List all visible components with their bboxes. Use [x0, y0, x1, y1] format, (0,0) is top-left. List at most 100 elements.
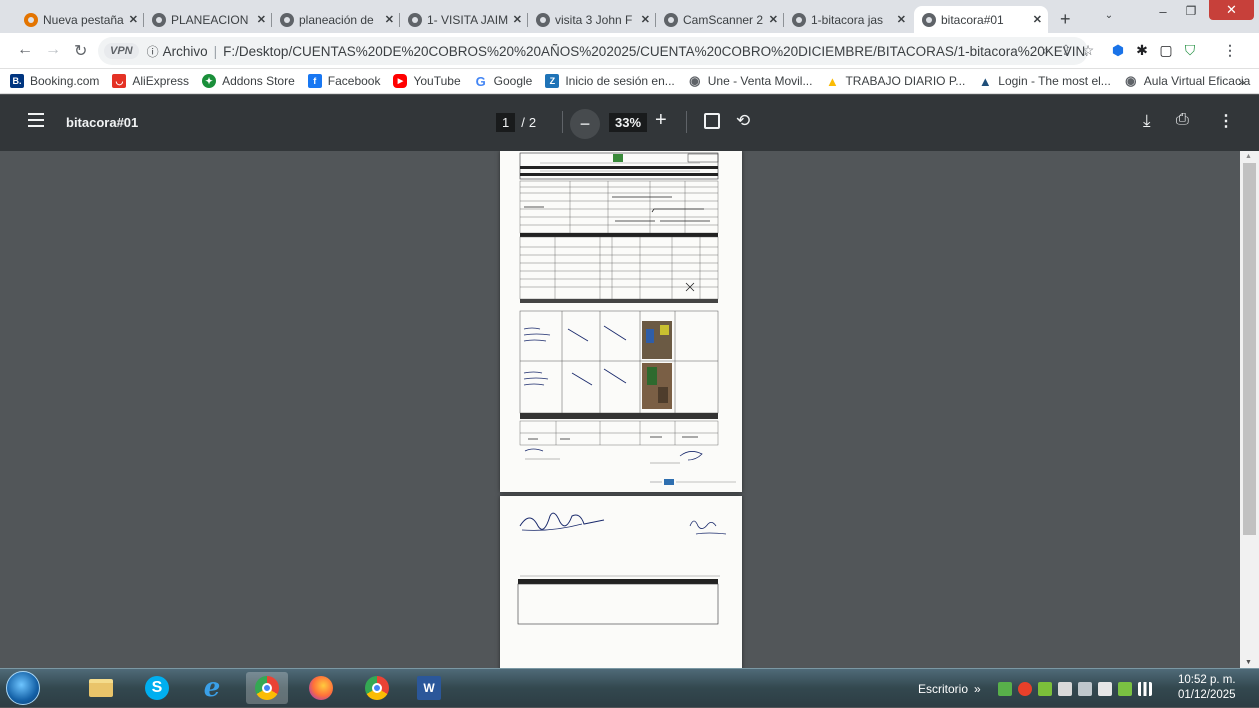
scroll-down-arrow-icon[interactable]: ▼	[1245, 659, 1252, 666]
globe-icon	[536, 12, 550, 27]
chrome-active-taskbar-icon[interactable]	[246, 672, 288, 704]
minimize-button[interactable]: –	[1150, 0, 1176, 22]
rotate-icon[interactable]: ⟲	[736, 111, 750, 131]
chrome-icon	[24, 12, 38, 27]
scheme-label: Archivo	[162, 43, 208, 59]
system-tray: Escritorio »	[918, 669, 1155, 708]
adblock-shield-icon[interactable]: ⛉	[1182, 42, 1198, 58]
zoom-in-button[interactable]: +	[655, 109, 667, 132]
addons-icon: ✦	[202, 74, 217, 88]
close-icon[interactable]: ✕	[385, 13, 394, 26]
tab-bitacora-01[interactable]: bitacora#01 ✕	[914, 6, 1048, 33]
close-window-button[interactable]: ✕	[1209, 0, 1254, 20]
back-button[interactable]: ←	[17, 41, 33, 59]
menu-icon[interactable]	[28, 113, 44, 129]
info-icon[interactable]: ⓘ	[147, 43, 159, 60]
internet-explorer-icon[interactable]: e	[195, 672, 229, 704]
bookmarks-overflow-button[interactable]: »	[1238, 75, 1245, 89]
volume-icon[interactable]	[1057, 681, 1072, 696]
clock-time: 10:52 p. m.	[1178, 674, 1236, 686]
antivirus-icon[interactable]	[1017, 681, 1032, 696]
zoom-out-button[interactable]: −	[570, 109, 600, 139]
page-separator: /	[521, 115, 525, 130]
tray-overflow-button[interactable]: »	[974, 682, 981, 696]
zoom-icon[interactable]: ⌕	[1038, 42, 1054, 58]
facebook-icon: f	[307, 74, 322, 88]
globe-icon	[280, 12, 294, 27]
scrollbar-thumb[interactable]	[1243, 163, 1256, 535]
url-text: F:/Desktop/CUENTAS%20DE%20COBROS%20%20AÑ…	[223, 43, 1088, 59]
bookmark-star-icon[interactable]: ☆	[1080, 42, 1096, 58]
reload-button[interactable]: ↻	[74, 41, 87, 61]
tab-title: visita 3 John F	[555, 12, 633, 27]
close-icon[interactable]: ✕	[129, 13, 138, 26]
bookmark-google[interactable]: G Google	[474, 73, 533, 89]
flag-icon[interactable]	[1097, 681, 1112, 696]
share-icon[interactable]: ⇪	[1058, 42, 1074, 58]
signal-icon[interactable]	[1137, 681, 1152, 696]
vertical-scrollbar[interactable]: ▲ ▼	[1240, 151, 1259, 668]
bookmark-zoho[interactable]: Z Inicio de sesión en...	[545, 74, 675, 88]
chrome-icon[interactable]	[360, 672, 394, 704]
tray-app-icon[interactable]	[1037, 681, 1052, 696]
close-icon[interactable]: ✕	[897, 13, 906, 26]
tab-visita-jaim[interactable]: 1- VISITA JAIM ✕	[400, 6, 528, 33]
bookmark-aula-virtual[interactable]: ◉ Aula Virtual Eficacia	[1124, 73, 1250, 88]
tab-bitacora-jas[interactable]: 1-bitacora jas ✕	[784, 6, 912, 33]
bookmark-une[interactable]: ◉ Une - Venta Movil...	[688, 73, 812, 88]
restore-button[interactable]: ❐	[1178, 0, 1204, 22]
google-icon: G	[475, 73, 486, 89]
print-icon[interactable]: ⎙	[1176, 111, 1189, 129]
word-icon[interactable]: W	[412, 672, 446, 704]
tab-title: planeación de	[299, 12, 374, 27]
bookmark-addons-store[interactable]: ✦ Addons Store	[202, 74, 295, 88]
youtube-icon: ▶	[393, 74, 408, 88]
extensions-puzzle-icon[interactable]: ✱	[1134, 42, 1150, 58]
address-bar[interactable]: VPN ⓘ Archivo | F:/Desktop/CUENTAS%20DE%…	[98, 37, 1088, 65]
close-icon[interactable]: ✕	[1033, 13, 1042, 26]
more-options-icon[interactable]: ⋮	[1218, 111, 1234, 131]
scanned-form-image	[500, 151, 742, 492]
bookmark-youtube[interactable]: ▶ YouTube	[393, 74, 461, 88]
close-icon[interactable]: ✕	[513, 13, 522, 26]
globe-icon: ◉	[1125, 73, 1137, 88]
firefox-icon[interactable]	[304, 672, 338, 704]
chrome-menu-icon[interactable]: ⋮	[1222, 42, 1238, 58]
close-icon[interactable]: ✕	[641, 13, 650, 26]
bookmarks-bar: B. Booking.com ◡ AliExpress ✦ Addons Store …	[0, 69, 1259, 94]
tray-shield-icon[interactable]	[1117, 681, 1132, 696]
bookmark-trabajo-diario[interactable]: ▲ TRABAJO DIARIO P...	[825, 74, 965, 89]
tab-visita-3-john[interactable]: visita 3 John F ✕	[528, 6, 656, 33]
network-app-icon[interactable]	[997, 681, 1012, 696]
file-explorer-icon[interactable]	[84, 672, 118, 704]
download-icon[interactable]: ⤓	[1143, 111, 1151, 131]
tab-search-icon[interactable]: ⌄	[1097, 4, 1121, 26]
display-icon[interactable]	[1077, 681, 1092, 696]
fit-page-icon[interactable]	[704, 113, 720, 129]
page-number-input[interactable]: 1	[496, 113, 516, 132]
close-icon[interactable]: ✕	[769, 13, 778, 26]
scroll-up-arrow-icon[interactable]: ▲	[1245, 153, 1252, 160]
bookmark-facebook[interactable]: f Facebook	[307, 74, 380, 88]
bookmark-aliexpress[interactable]: ◡ AliExpress	[112, 74, 189, 88]
tab-planeacion[interactable]: PLANEACION ✕	[144, 6, 272, 33]
zoom-level-input[interactable]: 33%	[609, 113, 648, 132]
desktop-toolbar-label[interactable]: Escritorio	[918, 682, 968, 696]
bookmark-login[interactable]: ▲ Login - The most el...	[978, 74, 1111, 89]
tab-nueva-pestana[interactable]: Nueva pestaña ✕	[16, 6, 144, 33]
close-icon[interactable]: ✕	[257, 13, 266, 26]
forward-button[interactable]: →	[45, 41, 61, 59]
start-button[interactable]	[6, 671, 40, 705]
clock[interactable]: 10:52 p. m. 01/12/2025	[1178, 673, 1236, 703]
tab-title: 1- VISITA JAIM	[427, 12, 509, 27]
pdf-toolbar: bitacora#01 1 / 2 − 33% + ⟲ ⤓ ⎙ ⋮	[0, 95, 1259, 151]
pdf-viewer[interactable]	[0, 151, 1259, 668]
sidepanel-icon[interactable]: ▢	[1158, 42, 1174, 58]
new-tab-button[interactable]: +	[1060, 9, 1071, 30]
tab-camscanner[interactable]: CamScanner 2 ✕	[656, 6, 784, 33]
extension-shield-icon[interactable]: ⬢	[1110, 42, 1126, 58]
vpn-badge[interactable]: VPN	[104, 43, 139, 59]
bookmark-booking[interactable]: B. Booking.com	[10, 74, 99, 88]
skype-icon[interactable]: S	[140, 672, 174, 704]
tab-planeacion-de[interactable]: planeación de ✕	[272, 6, 400, 33]
